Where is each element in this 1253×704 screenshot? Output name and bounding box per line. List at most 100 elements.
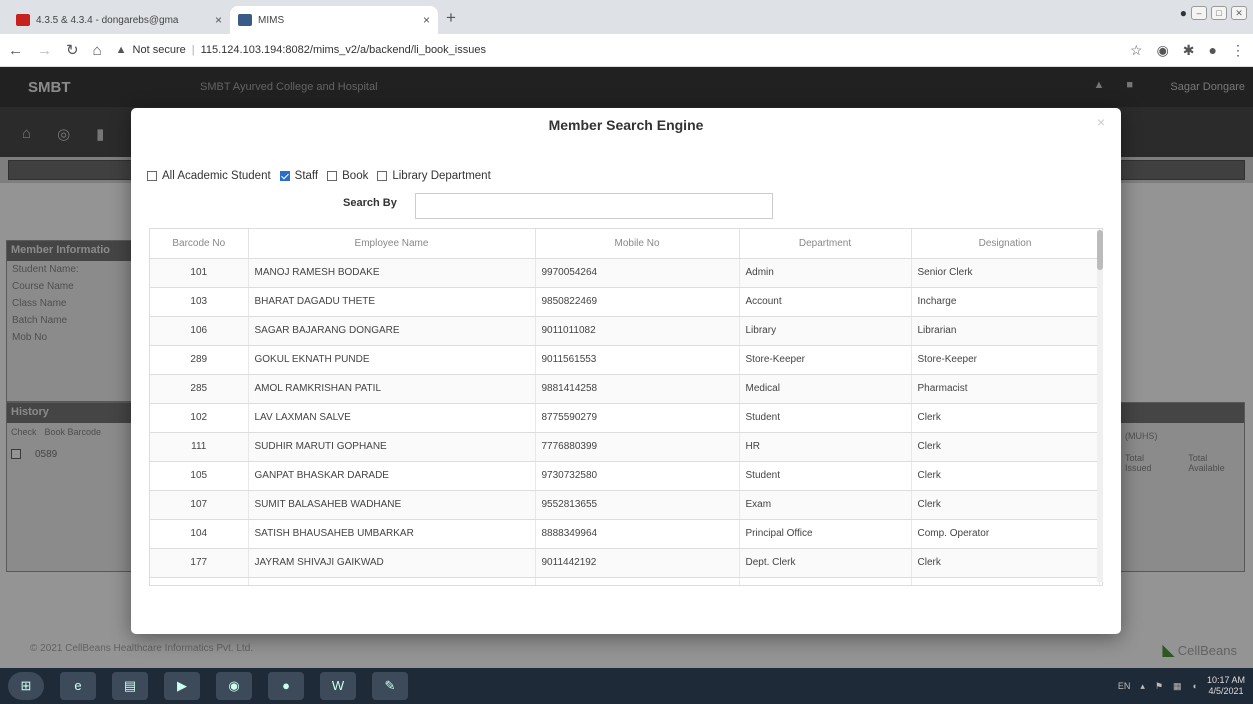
- reload-icon[interactable]: ↻: [66, 41, 79, 59]
- table-row[interactable]: 111 SUDHIR MARUTI GOPHANE 7776880399 HR Cler…: [150, 432, 1100, 462]
- cell-barcode: 105: [150, 461, 249, 491]
- cell-mobile: 9657626306: [535, 577, 740, 585]
- cell-designation: Senior Clerk: [911, 258, 1100, 288]
- home-icon[interactable]: ⌂: [93, 42, 102, 59]
- cell-department: Account: [739, 287, 912, 317]
- cell-department: Library: [739, 316, 912, 346]
- cell-mobile: 9011561553: [535, 345, 740, 375]
- cell-designation: Store-Keeper: [911, 345, 1100, 375]
- cell-designation: Pharmacist: [911, 374, 1100, 404]
- cell-designation: Clerk: [911, 461, 1100, 491]
- table-row[interactable]: 105 GANPAT BHASKAR DARADE 9730732580 Studen…: [150, 461, 1100, 491]
- cell-employee-name: BHARAT DAGADU THETE: [248, 287, 536, 317]
- cell-employee-name: SAGAR BAJARANG DONGARE: [248, 316, 536, 346]
- cell-designation: Clerk: [911, 403, 1100, 433]
- table-row[interactable]: 101 MANOJ RAMESH BODAKE 9970054264 Admin Sen…: [150, 258, 1100, 288]
- column-header-department[interactable]: Department: [739, 229, 912, 259]
- cell-barcode: 177: [150, 548, 249, 578]
- clock-date: 4/5/2021: [1208, 686, 1244, 696]
- cell-barcode: 104: [150, 519, 249, 549]
- system-tray: EN ▴ ⚑ ▦ ◖ 10:17 AM 4/5/2021: [1118, 675, 1245, 697]
- security-label: Not secure: [132, 44, 186, 56]
- filter-label[interactable]: Staff: [295, 170, 318, 182]
- close-tab-icon[interactable]: ×: [423, 13, 430, 27]
- cell-employee-name: SUDHIR MARUTI GOPHANE: [248, 432, 536, 462]
- paint-icon[interactable]: ✎: [372, 672, 408, 700]
- close-tab-icon[interactable]: ×: [215, 13, 222, 27]
- table-row[interactable]: 107 SUMIT BALASAHEB WADHANE 9552813655 Exam…: [150, 490, 1100, 520]
- clock-time: 10:17 AM: [1206, 675, 1245, 685]
- cell-department: Student: [739, 403, 912, 433]
- tab-gmail[interactable]: 4.3.5 & 4.3.4 - dongarebs@gma ×: [8, 6, 230, 34]
- cell-designation: Clerk: [911, 577, 1100, 585]
- network-icon[interactable]: ▦: [1173, 681, 1182, 692]
- tray-arrow-icon[interactable]: ▴: [1140, 681, 1145, 692]
- filter-book-checkbox[interactable]: [327, 171, 338, 181]
- cell-employee-name: GOKUL EKNATH PUNDE: [248, 345, 536, 375]
- menu-icon[interactable]: ⋮: [1231, 42, 1245, 59]
- member-search-modal: Member Search Engine × All Academic Stud…: [131, 108, 1121, 634]
- filter-checkboxes: All Academic Student Staff Book Library …: [147, 170, 497, 182]
- folder-icon[interactable]: ▤: [112, 672, 148, 700]
- cell-designation: Incharge: [911, 287, 1100, 317]
- cell-designation: Clerk: [911, 432, 1100, 462]
- forward-icon[interactable]: →: [37, 42, 52, 59]
- address-separator: |: [191, 44, 195, 56]
- media-icon[interactable]: ▶: [164, 672, 200, 700]
- close-window-icon[interactable]: ✕: [1231, 6, 1247, 20]
- column-header-barcode[interactable]: Barcode No: [150, 229, 249, 259]
- filter-label[interactable]: All Academic Student: [162, 170, 271, 182]
- column-header-designation[interactable]: Designation: [911, 229, 1100, 259]
- column-header-employee-name[interactable]: Employee Name: [248, 229, 536, 259]
- filter-library-department-checkbox[interactable]: [377, 171, 388, 181]
- window-controls: ● – □ ✕: [1180, 6, 1247, 20]
- filter-staff-checkbox[interactable]: [279, 171, 290, 181]
- cell-mobile: 9970054264: [535, 258, 740, 288]
- cell-employee-name: LAV LAXMAN SALVE: [248, 403, 536, 433]
- table-row[interactable]: 104 SATISH BHAUSAHEB UMBARKAR 8888349964 Pr…: [150, 519, 1100, 549]
- back-icon[interactable]: ←: [8, 42, 23, 59]
- close-icon[interactable]: ×: [1097, 114, 1105, 130]
- search-input[interactable]: [415, 193, 773, 219]
- word-icon[interactable]: W: [320, 672, 356, 700]
- filter-label[interactable]: Book: [342, 170, 368, 182]
- bookmark-star-icon[interactable]: ☆: [1130, 42, 1143, 59]
- cell-department: Dept. Clerk: [739, 577, 912, 585]
- column-header-mobile[interactable]: Mobile No: [535, 229, 740, 259]
- new-tab-icon[interactable]: +: [446, 8, 456, 28]
- table-row[interactable]: 67SACHIN DATTATRAY KOTKAR9657626306Dept.…: [150, 577, 1100, 585]
- address-bar[interactable]: ▲ Not secure | 115.124.103.194:8082/mims…: [116, 44, 486, 56]
- extension-icon[interactable]: ◉: [1157, 42, 1169, 59]
- table-row[interactable]: 102 LAV LAXMAN SALVE 8775590279 Student Cler…: [150, 403, 1100, 433]
- table-row[interactable]: 285 AMOL RAMKRISHAN PATIL 9881414258 Medica…: [150, 374, 1100, 404]
- app-icon[interactable]: ●: [268, 672, 304, 700]
- table-scrollbar[interactable]: [1097, 230, 1103, 582]
- tab-mims[interactable]: MIMS ×: [230, 6, 438, 34]
- table-scrollbar-thumb[interactable]: [1097, 230, 1103, 270]
- puzzle-icon[interactable]: ✱: [1183, 42, 1195, 59]
- language-indicator[interactable]: EN: [1118, 681, 1131, 691]
- results-table-container: Barcode No Employee Name Mobile No Depar…: [149, 228, 1103, 586]
- flag-icon[interactable]: ⚑: [1155, 681, 1163, 692]
- table-row[interactable]: 106 SAGAR BAJARANG DONGARE 9011011082 Libra…: [150, 316, 1100, 346]
- chrome-icon[interactable]: ◉: [216, 672, 252, 700]
- table-row[interactable]: 289 GOKUL EKNATH PUNDE 9011561553 Store-Kee…: [150, 345, 1100, 375]
- filter-all-academic-student-checkbox[interactable]: [147, 171, 157, 181]
- table-row[interactable]: 177 JAYRAM SHIVAJI GAIKWAD 9011442192 Dept.…: [150, 548, 1100, 578]
- cell-employee-name: SACHIN DATTATRAY KOTKAR: [248, 577, 536, 585]
- taskbar: ⊞ e ▤ ▶ ◉ ● W ✎ EN ▴ ⚑ ▦ ◖ 10:17 AM 4/5/…: [0, 668, 1253, 704]
- cell-department: Medical: [739, 374, 912, 404]
- account-icon[interactable]: ●: [1209, 42, 1217, 58]
- start-icon[interactable]: ⊞: [8, 672, 44, 700]
- maximize-icon[interactable]: □: [1211, 6, 1227, 20]
- clock[interactable]: 10:17 AM 4/5/2021: [1207, 675, 1245, 697]
- cell-employee-name: SUMIT BALASAHEB WADHANE: [248, 490, 536, 520]
- filter-label[interactable]: Library Department: [392, 170, 490, 182]
- cell-mobile: 9011442192: [535, 548, 740, 578]
- volume-icon[interactable]: ◖: [1192, 681, 1197, 691]
- table-row[interactable]: 103 BHARAT DAGADU THETE 9850822469 Account I…: [150, 287, 1100, 317]
- minimize-icon[interactable]: –: [1191, 6, 1207, 20]
- cell-barcode: 106: [150, 316, 249, 346]
- profile-icon[interactable]: ●: [1180, 6, 1187, 20]
- ie-icon[interactable]: e: [60, 672, 96, 700]
